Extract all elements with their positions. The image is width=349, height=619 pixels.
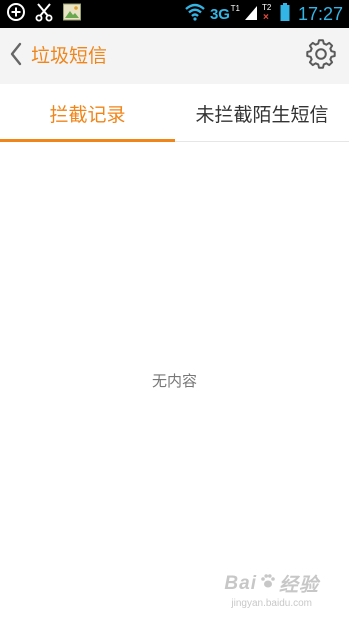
status-bar-right: 3G T1 T2 × 17:27	[184, 0, 343, 28]
tab-unblocked-stranger-sms[interactable]: 未拦截陌生短信	[175, 84, 349, 142]
wifi-icon	[184, 3, 206, 25]
picture-icon	[62, 2, 82, 26]
sim2-indicator: T2 ×	[262, 3, 276, 25]
page-title: 垃圾短信	[31, 45, 108, 67]
tab-blocked-records[interactable]: 拦截记录	[0, 84, 175, 142]
settings-button[interactable]	[305, 39, 337, 73]
network-type-label: 3G T1	[209, 3, 240, 23]
message-list-area[interactable]: 无内容	[0, 142, 349, 619]
sim2-tag: T2	[261, 3, 272, 12]
empty-state-text: 无内容	[151, 372, 197, 390]
add-circle-icon	[6, 2, 26, 26]
battery-icon	[280, 2, 290, 26]
sim1-tag: T1	[230, 3, 240, 13]
signal-icon	[244, 3, 258, 25]
watermark-logo: Bai 经验	[224, 570, 319, 597]
baidu-jingyan-watermark: Bai 经验 jingyan.baidu.com	[224, 570, 319, 610]
gear-icon	[306, 39, 336, 73]
network-label: 3G	[209, 5, 230, 23]
screen: 3G T1 T2 × 17:27 垃圾短信 拦截记录 未拦截陌生短信 无内容 B…	[0, 0, 349, 619]
watermark-brand-suffix: 经验	[278, 575, 319, 596]
watermark-brand: Bai	[224, 572, 257, 594]
title-bar: 垃圾短信	[0, 28, 349, 84]
chevron-left-icon	[9, 42, 23, 70]
back-button[interactable]	[8, 41, 24, 71]
status-bar-left	[6, 3, 82, 25]
watermark-url: jingyan.baidu.com	[231, 598, 312, 609]
status-bar: 3G T1 T2 × 17:27	[0, 0, 349, 28]
sim2-no-signal-mark: ×	[262, 12, 269, 23]
tab-bar: 拦截记录 未拦截陌生短信	[0, 84, 349, 142]
status-time: 17:27	[297, 3, 343, 24]
scissors-icon	[34, 2, 54, 26]
paw-icon	[260, 573, 276, 595]
